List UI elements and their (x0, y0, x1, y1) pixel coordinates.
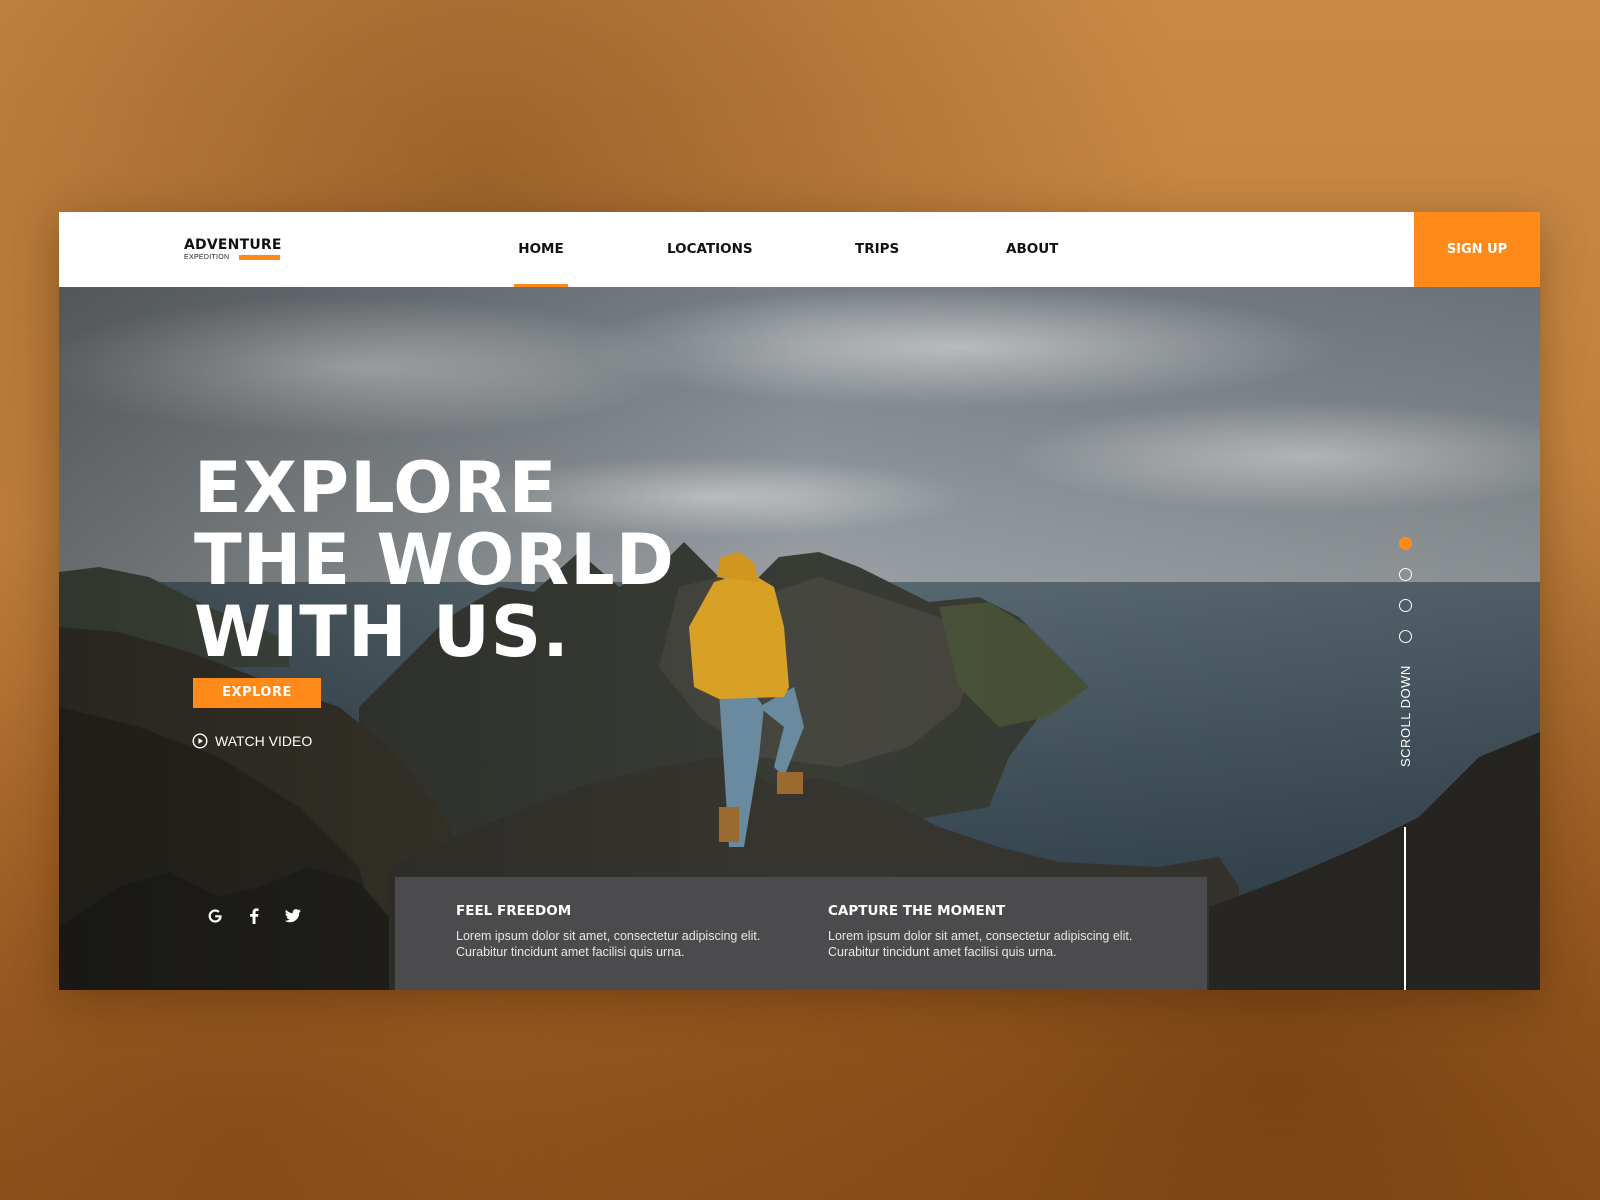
logo-name: ADVENTURE (184, 237, 282, 253)
watch-video-link[interactable]: WATCH VIDEO (192, 731, 312, 751)
feature-title: CAPTURE THE MOMENT (828, 903, 1006, 919)
logo-tagline: EXPEDITION (184, 254, 230, 261)
hero-section: EXPLORE THE WORLD WITH US. EXPLORE WATCH… (59, 287, 1540, 990)
feature-title: FEEL FREEDOM (456, 903, 572, 919)
nav-about[interactable]: ABOUT (1006, 212, 1058, 287)
nav-home-label: HOME (518, 241, 564, 257)
watch-video-label: WATCH VIDEO (215, 733, 313, 749)
top-navbar: ADVENTURE EXPEDITION HOME LOCATIONS TRIP… (59, 212, 1540, 287)
slide-dot-2[interactable] (1399, 568, 1412, 581)
slide-dot-1[interactable] (1399, 537, 1412, 550)
features-panel: FEEL FREEDOM Lorem ipsum dolor sit amet,… (395, 877, 1207, 990)
feature-description: Lorem ipsum dolor sit amet, consectetur … (828, 929, 1133, 959)
nav-about-label: ABOUT (1006, 241, 1059, 257)
logo[interactable]: ADVENTURE EXPEDITION (184, 238, 284, 262)
landing-page: ADVENTURE EXPEDITION HOME LOCATIONS TRIP… (59, 212, 1540, 990)
social-links (204, 905, 321, 927)
nav-active-indicator (514, 284, 568, 287)
nav-locations[interactable]: LOCATIONS (667, 212, 753, 287)
nav-locations-label: LOCATIONS (667, 241, 753, 257)
explore-button[interactable]: EXPLORE (193, 678, 321, 708)
play-circle-icon (192, 733, 208, 749)
slide-indicators (1399, 537, 1413, 661)
facebook-icon[interactable] (243, 905, 265, 927)
scroll-indicator-line (1404, 827, 1406, 990)
sign-up-button[interactable]: SIGN UP (1414, 212, 1540, 287)
hero-headline: EXPLORE THE WORLD WITH US. (194, 452, 675, 668)
feature-description: Lorem ipsum dolor sit amet, consectetur … (456, 929, 761, 959)
headline-line-3: WITH US. (194, 591, 570, 673)
nav-trips[interactable]: TRIPS (855, 212, 899, 287)
feature-card: FEEL FREEDOM Lorem ipsum dolor sit amet,… (456, 877, 828, 990)
headline-line-2: THE WORLD (194, 519, 675, 601)
twitter-icon[interactable] (282, 905, 304, 927)
nav-home[interactable]: HOME (514, 212, 568, 287)
slide-dot-3[interactable] (1399, 599, 1412, 612)
slide-dot-4[interactable] (1399, 630, 1412, 643)
nav-trips-label: TRIPS (855, 241, 900, 257)
feature-card: CAPTURE THE MOMENT Lorem ipsum dolor sit… (828, 877, 1200, 990)
google-icon[interactable] (204, 905, 226, 927)
headline-line-1: EXPLORE (194, 447, 558, 529)
scroll-down-label[interactable]: SCROLL DOWN (1397, 665, 1415, 767)
logo-accent-bar (239, 255, 280, 260)
